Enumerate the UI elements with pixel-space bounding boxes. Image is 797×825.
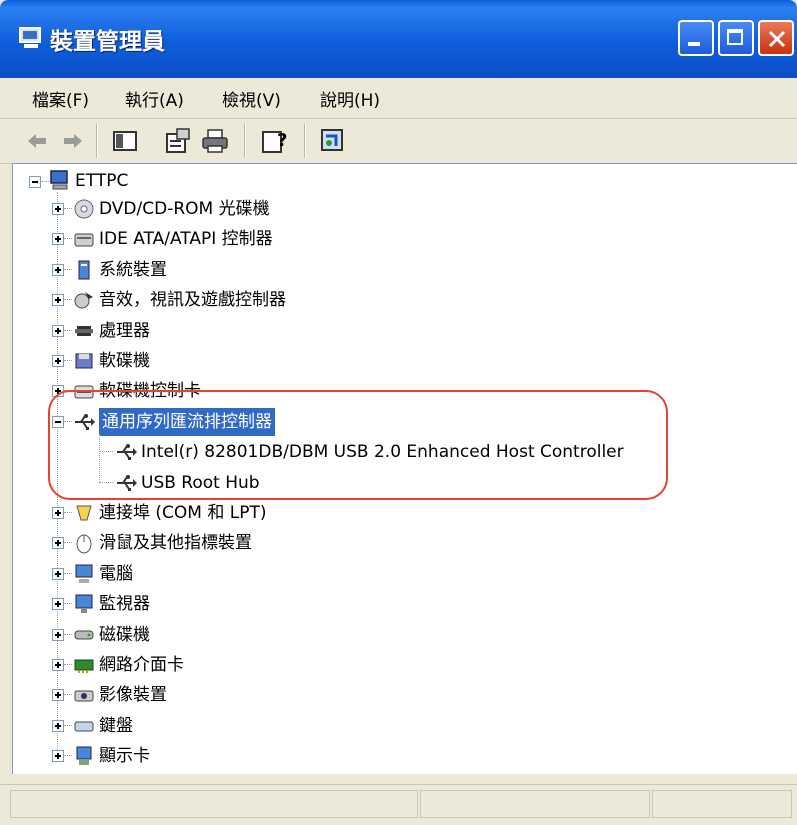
tree-item-label: IDE ATA/ATAPI 控制器	[99, 229, 273, 249]
tree-item-label: 系統裝置	[99, 260, 167, 280]
maximize-icon	[727, 29, 743, 45]
tree-connector	[64, 269, 72, 270]
maximize-button[interactable]	[718, 20, 754, 56]
tree-connector	[64, 208, 72, 209]
tree-connector	[64, 512, 72, 513]
status-cell	[10, 790, 418, 818]
window-title: 裝置管理員	[50, 29, 165, 55]
tree-connector	[64, 330, 72, 331]
port-icon	[76, 505, 92, 521]
monitor-icon	[75, 594, 93, 613]
tree-connector	[64, 603, 72, 604]
tree-connector	[64, 725, 72, 726]
tree-connector	[64, 360, 72, 361]
computer-icon	[75, 564, 93, 583]
expand-toggle[interactable]	[52, 568, 64, 580]
tree-item-label: 鍵盤	[99, 716, 133, 736]
tree-item-label: 電腦	[99, 564, 133, 584]
tree-item-label: 影像裝置	[99, 685, 167, 705]
menu-help[interactable]: 說明(H)	[320, 86, 380, 111]
system-device-icon	[78, 260, 90, 280]
menu-file[interactable]: 檔案(F)	[32, 86, 89, 111]
back-arrow-icon[interactable]	[22, 126, 52, 156]
status-cell	[420, 790, 650, 818]
expand-toggle[interactable]	[52, 598, 64, 610]
expand-toggle[interactable]	[52, 689, 64, 701]
expand-toggle[interactable]	[52, 203, 64, 215]
display-adapter-icon	[76, 746, 92, 765]
tree-item-label: 網路介面卡	[99, 655, 184, 675]
ide-controller-icon	[74, 233, 94, 247]
minimize-icon	[688, 42, 700, 46]
expand-toggle[interactable]	[52, 720, 64, 732]
disk-drive-icon	[74, 630, 94, 640]
highlight-ring	[48, 390, 668, 500]
expand-toggle[interactable]	[52, 325, 64, 337]
expand-toggle[interactable]	[52, 629, 64, 641]
tree-connector	[64, 542, 72, 543]
tree-item-label: DVD/CD-ROM 光碟機	[99, 199, 270, 219]
expand-toggle[interactable]	[52, 659, 64, 671]
close-icon	[768, 30, 786, 48]
processor-icon	[75, 326, 93, 336]
tree-connector	[64, 299, 72, 300]
imaging-device-icon	[74, 690, 94, 702]
forward-arrow-icon[interactable]	[58, 126, 88, 156]
toolbar-separator	[244, 124, 245, 158]
toolbar-separator	[304, 124, 305, 158]
status-cell	[652, 790, 792, 818]
keyboard-icon	[74, 721, 94, 732]
title-bar[interactable]: 裝置管理員	[0, 0, 797, 78]
tree-connector	[64, 634, 72, 635]
menu-action[interactable]: 執行(A)	[125, 86, 184, 111]
tree-item-label: 顯示卡	[99, 746, 150, 766]
toolbar-separator	[96, 124, 97, 158]
tree-item-label: 軟碟機	[99, 351, 150, 371]
minimize-button[interactable]	[678, 20, 714, 56]
device-manager-window: 裝置管理員 檔案(F) 執行(A) 檢視(V) 說明(H) ? ETTPC DV…	[0, 0, 797, 825]
mouse-icon	[76, 534, 92, 554]
tree-connector	[64, 664, 72, 665]
print-icon[interactable]	[200, 126, 230, 156]
menu-bar	[0, 78, 797, 119]
svg-text:?: ?	[277, 130, 287, 151]
expand-toggle[interactable]	[52, 537, 64, 549]
network-adapter-icon	[74, 659, 94, 673]
expand-toggle[interactable]	[52, 750, 64, 762]
sound-icon	[74, 292, 93, 309]
collapse-toggle[interactable]	[29, 176, 41, 188]
tree-connector	[64, 238, 72, 239]
tree-connector	[64, 755, 72, 756]
menu-view[interactable]: 檢視(V)	[222, 86, 281, 111]
expand-toggle[interactable]	[52, 507, 64, 519]
expand-toggle[interactable]	[52, 264, 64, 276]
computer-icon	[19, 27, 41, 48]
expand-toggle[interactable]	[52, 294, 64, 306]
tree-connector	[64, 573, 72, 574]
help-icon[interactable]: ?	[260, 126, 290, 156]
expand-toggle[interactable]	[52, 233, 64, 245]
tree-item-label: 磁碟機	[99, 625, 150, 645]
tree-item-label: 處理器	[99, 321, 150, 341]
tree-item-label: 音效，視訊及遊戲控制器	[99, 290, 286, 310]
tree-connector	[64, 694, 72, 695]
tree-item-label: 監視器	[99, 594, 150, 614]
computer-icon	[50, 170, 68, 190]
tree-item-label: 滑鼠及其他指標裝置	[99, 533, 252, 553]
expand-toggle[interactable]	[52, 355, 64, 367]
close-button[interactable]	[758, 20, 794, 56]
properties-icon[interactable]	[163, 126, 193, 156]
cdrom-icon	[74, 199, 94, 219]
show-hide-tree-icon[interactable]	[110, 126, 140, 156]
tree-item-label: 連接埠 (COM 和 LPT)	[99, 503, 267, 523]
floppy-icon	[75, 353, 93, 369]
scan-hardware-icon[interactable]	[318, 126, 348, 156]
tree-connector	[41, 181, 49, 182]
